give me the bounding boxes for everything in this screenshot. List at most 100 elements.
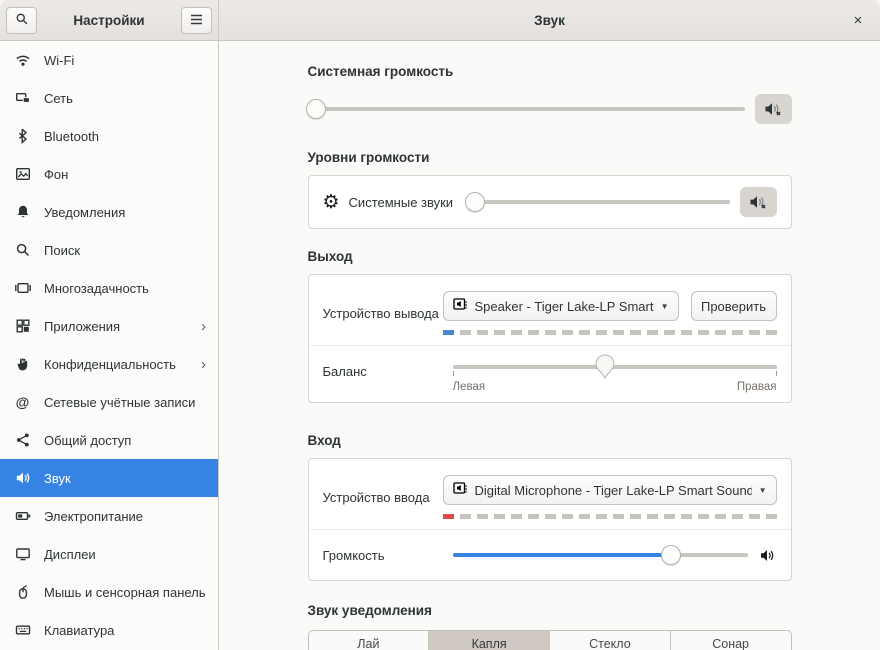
keyboard-icon xyxy=(14,622,31,639)
output-device-row: Устройство вывода Speaker - Tiger Lake-L… xyxy=(309,275,791,345)
alert-option-sonar[interactable]: Сонар xyxy=(670,631,791,650)
sidebar-item-label: Wi-Fi xyxy=(44,53,206,68)
sidebar-item-label: Приложения xyxy=(44,319,188,334)
sidebar-item-background[interactable]: Фон xyxy=(0,155,218,193)
chevron-right-icon: › xyxy=(201,319,206,334)
input-level-meter xyxy=(443,514,777,519)
sidebar-item-label: Фон xyxy=(44,167,206,182)
alert-option-glass[interactable]: Стекло xyxy=(549,631,670,650)
multitasking-icon xyxy=(14,280,31,297)
panel-scroll-area[interactable]: Системная громкость Уровни громкости xyxy=(219,41,880,650)
sidebar-item-label: Мышь и сенсорная панель xyxy=(44,585,206,600)
sidebar-item-wifi[interactable]: Wi-Fi xyxy=(0,41,218,79)
speaker-muted-icon xyxy=(764,101,783,117)
soundcard-icon xyxy=(453,481,468,500)
search-icon xyxy=(15,12,29,29)
gear-icon: ⚙ xyxy=(323,193,340,212)
dropdown-caret-icon: ▼ xyxy=(661,302,669,311)
close-icon: × xyxy=(854,12,863,29)
search-button[interactable] xyxy=(6,7,37,34)
sidebar-item-label: Bluetooth xyxy=(44,129,206,144)
balance-slider[interactable] xyxy=(453,354,777,380)
monitor-icon xyxy=(14,546,31,563)
mouse-icon xyxy=(14,584,31,601)
volume-levels-card: ⚙ Системные звуки xyxy=(308,175,792,229)
sidebar-item-notifications[interactable]: Уведомления xyxy=(0,193,218,231)
input-volume-slider[interactable] xyxy=(453,540,748,570)
sidebar-item-privacy[interactable]: Конфиденциальность › xyxy=(0,345,218,383)
system-volume-heading: Системная громкость xyxy=(308,64,792,79)
system-sounds-handle[interactable] xyxy=(465,192,485,212)
input-device-label: Устройство ввода xyxy=(323,490,443,505)
output-device-value: Speaker - Tiger Lake-LP Smart S... xyxy=(475,299,654,314)
input-device-value: Digital Microphone - Tiger Lake-LP Smart… xyxy=(475,483,752,498)
sidebar-item-label: Сетевые учётные записи xyxy=(44,395,206,410)
system-volume-handle[interactable] xyxy=(306,99,326,119)
bell-icon xyxy=(14,204,31,221)
sidebar-item-label: Электропитание xyxy=(44,509,206,524)
settings-window: Настройки Wi-Fi Сеть xyxy=(0,0,880,650)
sidebar-item-bluetooth[interactable]: Bluetooth xyxy=(0,117,218,155)
sidebar-item-displays[interactable]: Дисплеи xyxy=(0,535,218,573)
alert-option-drip[interactable]: Капля xyxy=(428,631,549,650)
volume-levels-heading: Уровни громкости xyxy=(308,150,792,165)
system-sounds-row: ⚙ Системные звуки xyxy=(309,176,791,228)
input-device-row: Устройство ввода Digital Microphone - Ti… xyxy=(309,459,791,529)
background-icon xyxy=(14,166,31,183)
speaker-icon xyxy=(14,470,31,487)
system-sounds-label: Системные звуки xyxy=(349,195,454,210)
sound-panel: Звук × Системная громкость xyxy=(219,0,880,650)
sidebar-item-network[interactable]: Сеть xyxy=(0,79,218,117)
system-mute-button[interactable] xyxy=(755,94,792,124)
balance-left-label: Левая xyxy=(453,381,486,393)
balance-handle[interactable] xyxy=(594,354,616,385)
battery-icon xyxy=(14,508,31,525)
system-volume-row xyxy=(308,94,792,124)
output-heading: Выход xyxy=(308,249,792,264)
input-volume-handle[interactable] xyxy=(661,545,681,565)
alert-sound-heading: Звук уведомления xyxy=(308,603,792,618)
primary-menu-button[interactable] xyxy=(181,7,212,34)
output-device-label: Устройство вывода xyxy=(323,306,443,321)
input-heading: Вход xyxy=(308,433,792,448)
system-volume-slider[interactable] xyxy=(308,94,745,124)
output-level-meter xyxy=(443,330,777,335)
input-volume-row: Громкость xyxy=(309,529,791,580)
network-icon xyxy=(14,90,31,107)
output-device-dropdown[interactable]: Speaker - Tiger Lake-LP Smart S... ▼ xyxy=(443,291,679,321)
panel-title: Звук xyxy=(534,13,565,28)
balance-left-mark xyxy=(453,371,454,376)
sidebar-item-label: Дисплеи xyxy=(44,547,206,562)
input-device-dropdown[interactable]: Digital Microphone - Tiger Lake-LP Smart… xyxy=(443,475,777,505)
app-grid-icon xyxy=(14,318,31,335)
sidebar-item-power[interactable]: Электропитание xyxy=(0,497,218,535)
balance-right-label: Правая xyxy=(737,381,777,393)
sidebar-item-applications[interactable]: Приложения › xyxy=(0,307,218,345)
balance-right-mark xyxy=(776,371,777,376)
sidebar-item-search[interactable]: Поиск xyxy=(0,231,218,269)
alert-option-bark[interactable]: Лай xyxy=(309,631,429,650)
alert-sound-group: Лай Капля Стекло Сонар xyxy=(308,630,792,650)
test-speakers-button[interactable]: Проверить xyxy=(691,291,777,321)
system-sounds-mute-button[interactable] xyxy=(740,187,777,217)
sidebar-item-keyboard[interactable]: Клавиатура xyxy=(0,611,218,649)
sidebar-item-label: Звук xyxy=(44,471,206,486)
sidebar-item-label: Клавиатура xyxy=(44,623,206,638)
sidebar-item-multitasking[interactable]: Многозадачность xyxy=(0,269,218,307)
sidebar-item-label: Общий доступ xyxy=(44,433,206,448)
sidebar-item-sound[interactable]: Звук xyxy=(0,459,218,497)
sidebar-headerbar: Настройки xyxy=(0,0,218,41)
input-card: Устройство ввода Digital Microphone - Ti… xyxy=(308,458,792,581)
sidebar-item-sharing[interactable]: Общий доступ xyxy=(0,421,218,459)
magnifier-icon xyxy=(14,242,31,259)
share-icon xyxy=(14,432,31,449)
hand-icon xyxy=(14,356,31,373)
speaker-muted-icon xyxy=(749,194,768,210)
system-sounds-slider[interactable] xyxy=(467,187,729,217)
sidebar-item-online-accounts[interactable]: @ Сетевые учётные записи xyxy=(0,383,218,421)
close-button[interactable]: × xyxy=(844,0,872,41)
sidebar-item-label: Многозадачность xyxy=(44,281,206,296)
output-card: Устройство вывода Speaker - Tiger Lake-L… xyxy=(308,274,792,403)
soundcard-icon xyxy=(453,297,468,316)
sidebar-item-mouse-touchpad[interactable]: Мышь и сенсорная панель xyxy=(0,573,218,611)
